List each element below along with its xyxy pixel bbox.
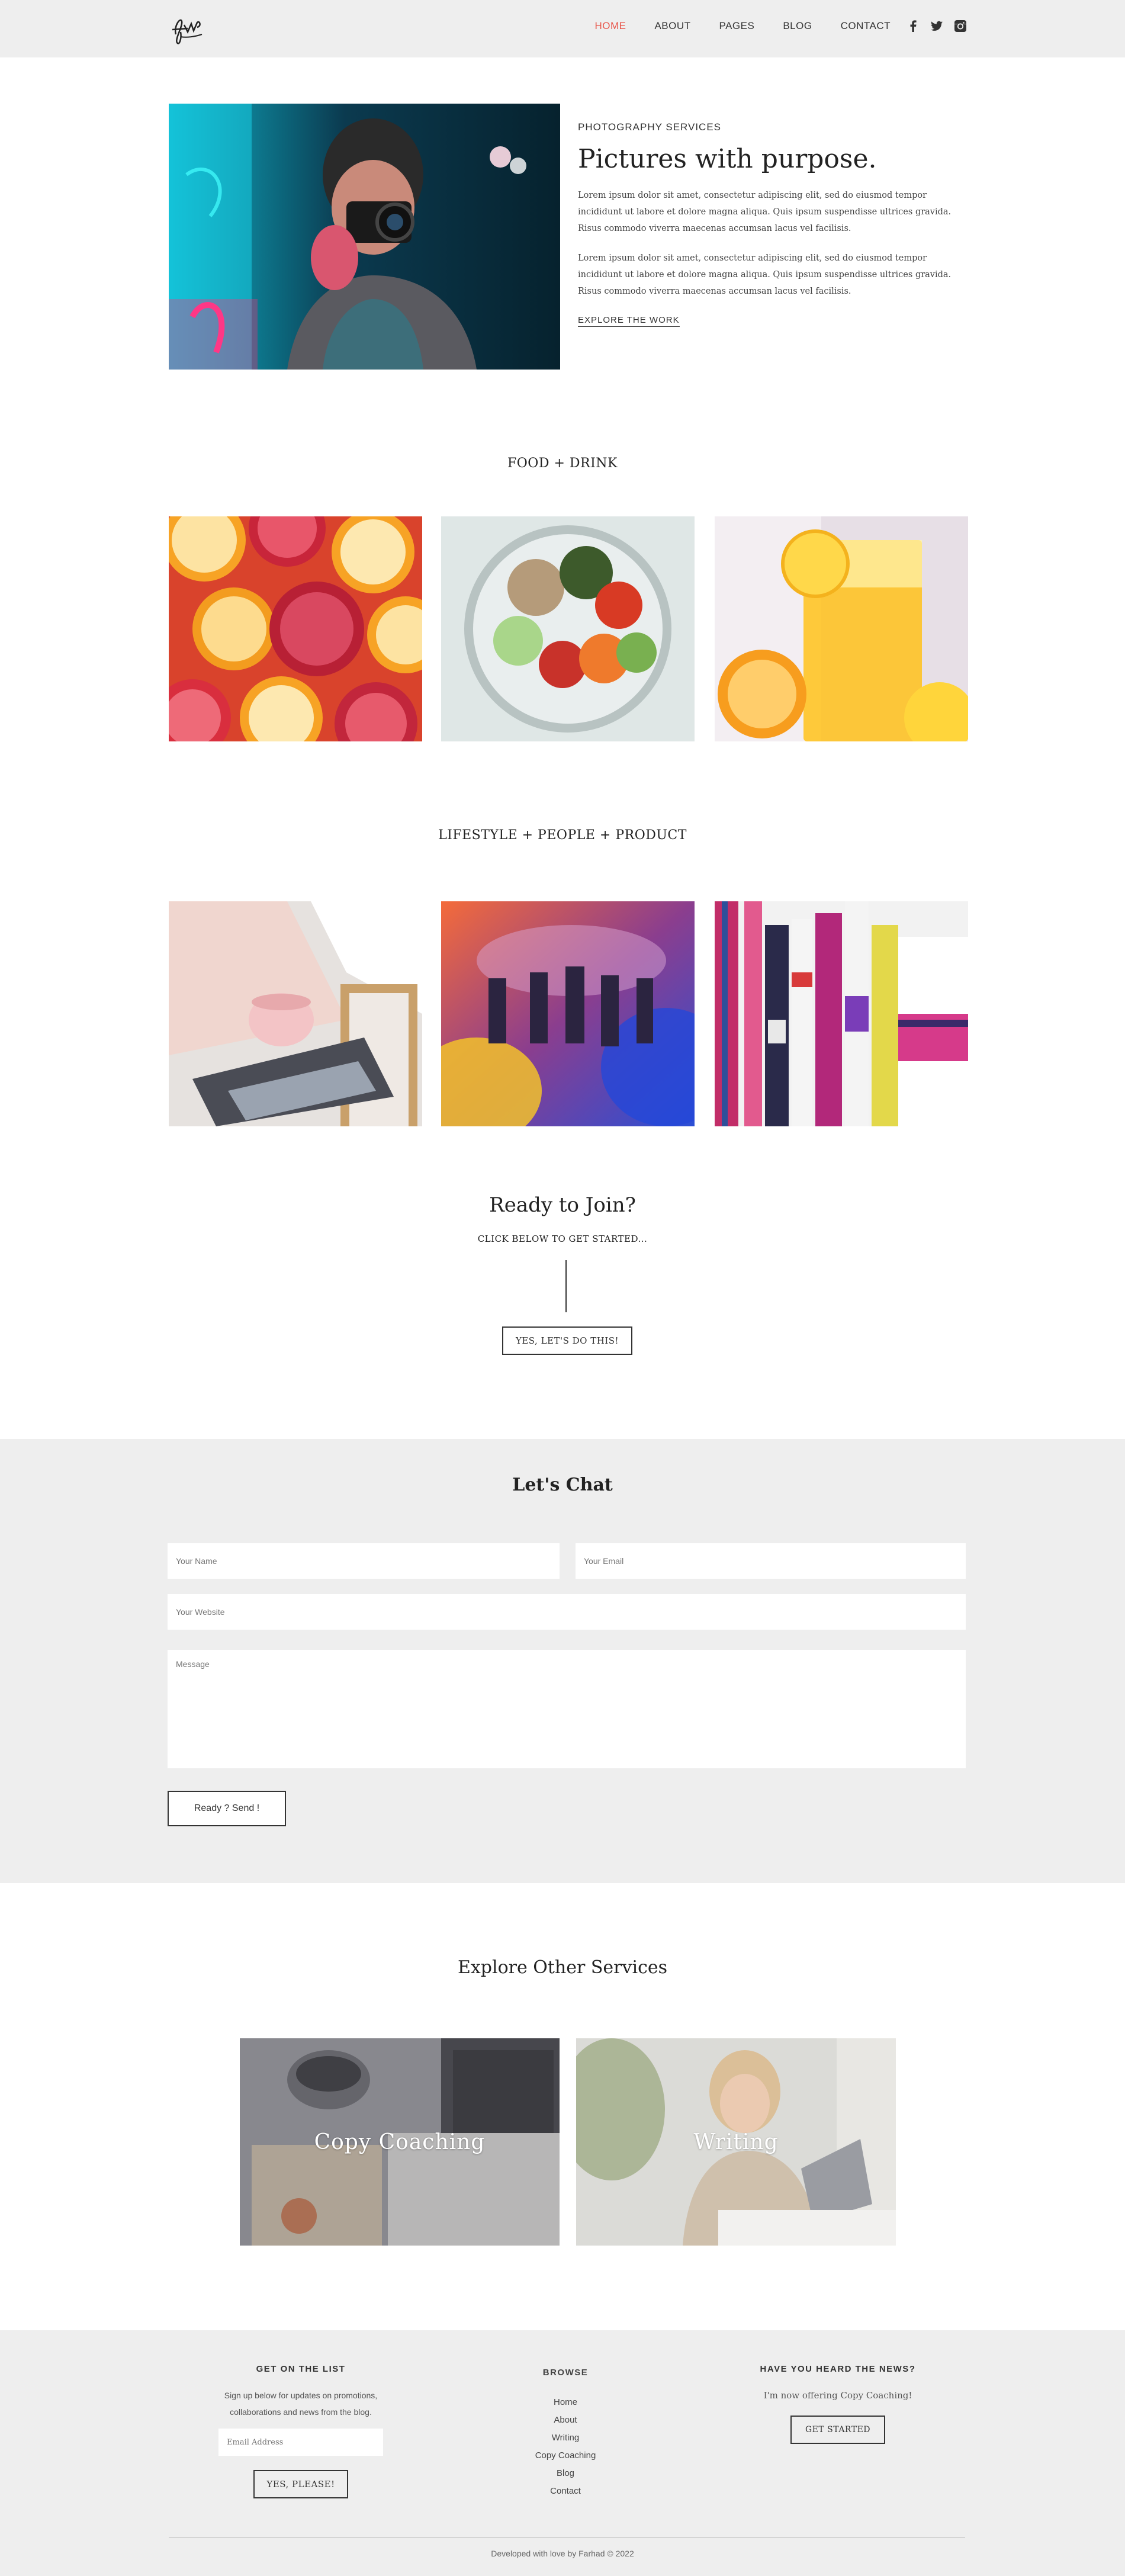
- newsletter-email-field[interactable]: [218, 2429, 383, 2456]
- nav-pages[interactable]: PAGES: [719, 20, 755, 32]
- nav-home[interactable]: HOME: [594, 20, 626, 32]
- nav-blog[interactable]: BLOG: [783, 20, 812, 32]
- send-button[interactable]: Ready ? Send !: [168, 1791, 286, 1826]
- hero-text-block: PHOTOGRAPHY SERVICES Pictures with purpo…: [578, 121, 963, 327]
- cta-divider-line: [565, 1260, 567, 1312]
- footer-link-contact[interactable]: Contact: [494, 2482, 637, 2500]
- lifestyle-image-color-run[interactable]: [441, 901, 695, 1126]
- footer-newsletter: GET ON THE LIST Sign up below for update…: [182, 2364, 419, 2498]
- footer-link-copy-coaching[interactable]: Copy Coaching: [494, 2447, 637, 2465]
- footer-link-home[interactable]: Home: [494, 2394, 637, 2411]
- explore-title: Explore Other Services: [457, 1957, 668, 1978]
- news-text: I'm now offering Copy Coaching!: [763, 2390, 912, 2401]
- browse-heading: BROWSE: [542, 2368, 589, 2378]
- hero-paragraph-2: Lorem ipsum dolor sit amet, consectetur …: [578, 253, 952, 296]
- footer-news: HAVE YOU HEARD THE NEWS? I'm now offerin…: [719, 2364, 956, 2444]
- nav-contact[interactable]: CONTACT: [841, 20, 891, 32]
- lifestyle-image-textiles[interactable]: [715, 901, 968, 1126]
- service-card-writing[interactable]: Writing: [576, 2038, 896, 2246]
- food-section-title: FOOD + DRINK: [507, 456, 618, 471]
- hero-paragraph-1: Lorem ipsum dolor sit amet, consectetur …: [578, 191, 952, 233]
- service-card-copy-coaching[interactable]: Copy Coaching: [240, 2038, 560, 2246]
- news-heading: HAVE YOU HEARD THE NEWS?: [760, 2364, 916, 2374]
- footer-copyright: Developed with love by Farhad © 2022: [491, 2549, 634, 2558]
- food-image-citrus[interactable]: [169, 516, 422, 741]
- website-field[interactable]: [168, 1594, 966, 1630]
- cta-join-button[interactable]: YES, LET'S DO THIS!: [502, 1326, 632, 1355]
- service-label-copy-coaching: Copy Coaching: [314, 2129, 486, 2154]
- name-field[interactable]: [168, 1543, 560, 1579]
- site-logo[interactable]: [168, 8, 207, 47]
- footer-browse: BROWSE Home About Writing Copy Coaching …: [494, 2364, 637, 2500]
- hero-title: Pictures with purpose.: [578, 144, 877, 174]
- main-nav: HOME ABOUT PAGES BLOG CONTACT: [594, 20, 966, 32]
- cta-subtitle: CLICK BELOW TO GET STARTED...: [477, 1234, 648, 1244]
- email-field[interactable]: [576, 1543, 966, 1579]
- nav-about[interactable]: ABOUT: [654, 20, 690, 32]
- site-header: HOME ABOUT PAGES BLOG CONTACT: [0, 0, 1125, 57]
- facebook-icon[interactable]: [907, 20, 919, 32]
- hero-photographer-image: [169, 104, 560, 370]
- message-field[interactable]: [168, 1650, 966, 1768]
- hero-eyebrow: PHOTOGRAPHY SERVICES: [578, 121, 722, 133]
- contact-section: Let's Chat Ready ? Send !: [0, 1439, 1125, 1883]
- newsletter-text-1: Sign up below for updates on promotions,: [224, 2391, 378, 2400]
- food-image-orange-juice[interactable]: [715, 516, 968, 741]
- cta-title: Ready to Join?: [489, 1193, 636, 1217]
- newsletter-submit-button[interactable]: YES, PLEASE!: [253, 2470, 348, 2498]
- newsletter-heading: GET ON THE LIST: [256, 2364, 346, 2374]
- footer-divider: [169, 2537, 965, 2538]
- twitter-icon[interactable]: [931, 20, 943, 32]
- instagram-icon[interactable]: [954, 20, 966, 32]
- service-label-writing: Writing: [693, 2129, 779, 2154]
- newsletter-text-2: collaborations and news from the blog.: [230, 2407, 372, 2417]
- chat-title: Let's Chat: [512, 1475, 613, 1495]
- explore-work-link[interactable]: EXPLORE THE WORK: [578, 315, 680, 327]
- lifestyle-image-mug-magazine[interactable]: [169, 901, 422, 1126]
- footer-link-writing[interactable]: Writing: [494, 2429, 637, 2447]
- get-started-button[interactable]: GET STARTED: [790, 2416, 885, 2444]
- footer-link-about[interactable]: About: [494, 2411, 637, 2429]
- lifestyle-section-title: LIFESTYLE + PEOPLE + PRODUCT: [438, 828, 687, 843]
- footer-link-blog[interactable]: Blog: [494, 2465, 637, 2482]
- food-image-salad-bowl[interactable]: [441, 516, 695, 741]
